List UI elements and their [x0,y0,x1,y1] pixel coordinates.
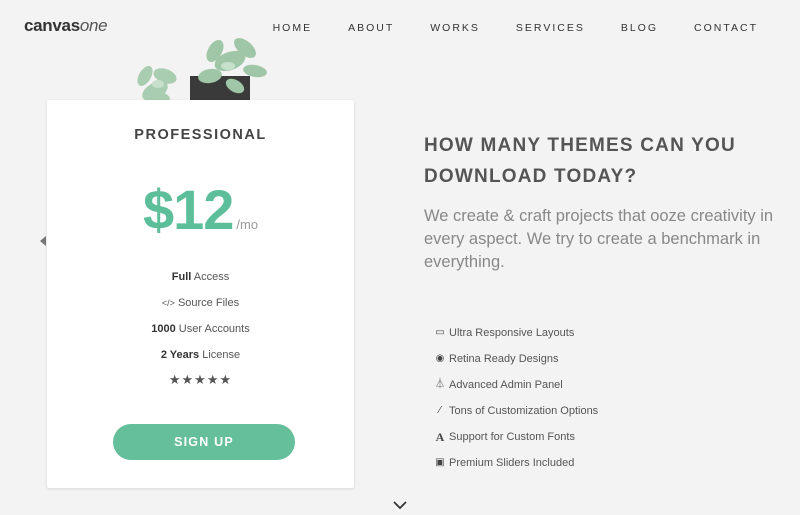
feature-item: </> Source Files [47,296,354,322]
succulent-plant-image [137,38,267,106]
feature-strong: 1000 [151,323,176,335]
slider-icon: ▣ [435,457,445,468]
slider-prev-arrow[interactable] [40,236,46,246]
feature-list: ▭ Ultra Responsive Layouts ◉ Retina Ready … [434,320,598,476]
logo-italic-text: one [79,16,108,35]
sign-up-button[interactable]: SIGN UP [113,424,295,460]
nav-services[interactable]: SERVICES [516,22,585,34]
nav-works[interactable]: WORKS [430,22,480,34]
beaker-icon: ⏃ [435,379,445,390]
main-nav: HOME ABOUT WORKS SERVICES BLOG CONTACT [273,22,758,34]
feature-text: License [199,349,241,361]
chevron-down-icon[interactable] [393,500,407,510]
price-row: $12 /mo [47,182,354,238]
code-icon: </> [161,298,175,308]
site-header: canvasone HOME ABOUT WORKS SERVICES BLOG… [0,0,800,56]
plan-features: Full Access </> Source Files 1000 User Ac… [47,270,354,374]
list-item-text: Retina Ready Designs [449,353,559,365]
list-item: A Support for Custom Fonts [434,424,598,450]
feature-strong: 2 Years [160,349,200,361]
star-rating: ★★★★★ [168,372,233,387]
logo-bold-text: canvas [24,16,80,35]
feature-text: Source Files [177,297,240,309]
feature-item: 2 Years License [47,348,354,374]
plan-price: $12 [142,178,234,241]
eye-icon: ◉ [435,353,445,364]
feature-text: Access [191,271,230,283]
feature-item: Full Access [47,270,354,296]
list-item: ◉ Retina Ready Designs [434,346,598,372]
list-item: ⁄ Tons of Customization Options [434,398,598,424]
nav-about[interactable]: ABOUT [348,22,394,34]
list-item: ▣ Premium Sliders Included [434,450,598,476]
monitor-icon: ▭ [435,327,445,338]
plan-name: PROFESSIONAL [134,127,267,143]
nav-blog[interactable]: BLOG [621,22,658,34]
list-item-text: Advanced Admin Panel [449,379,563,391]
feature-strong: Full [171,271,192,283]
list-item: ▭ Ultra Responsive Layouts [434,320,598,346]
section-lead: We create & craft projects that ooze cre… [424,207,774,271]
pricing-card: PROFESSIONAL $12 /mo Full Access </> Sour… [47,100,354,488]
section-headline: HOW MANY THEMES CAN YOU DOWNLOAD TODAY? [424,135,736,187]
feature-text: User Accounts [175,323,250,335]
list-item-text: Support for Custom Fonts [449,431,575,443]
nav-contact[interactable]: CONTACT [694,22,758,34]
nav-home[interactable]: HOME [273,22,313,34]
list-item: ⏃ Advanced Admin Panel [434,372,598,398]
magic-wand-icon: ⁄ [439,405,441,416]
list-item-text: Premium Sliders Included [449,457,575,469]
feature-item: 1000 User Accounts [47,322,354,348]
logo[interactable]: canvasone [24,16,108,36]
font-icon: A [435,430,445,444]
list-item-text: Tons of Customization Options [449,405,599,417]
list-item-text: Ultra Responsive Layouts [449,327,575,339]
price-period: /mo [236,217,259,232]
